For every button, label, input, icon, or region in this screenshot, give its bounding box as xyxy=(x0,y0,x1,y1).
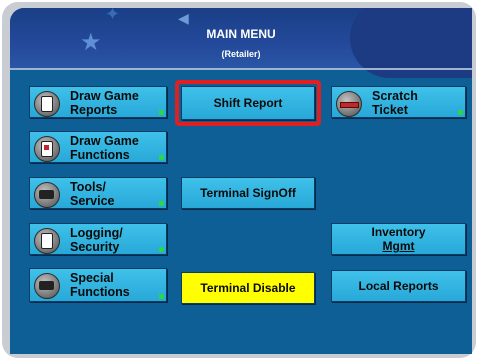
button-label: Terminal SignOff xyxy=(200,186,296,200)
button-label-line1: Scratch xyxy=(372,89,418,103)
keypad-icon xyxy=(34,182,60,208)
button-label-line1: Inventory xyxy=(371,225,426,239)
local-reports-button[interactable]: Local Reports xyxy=(331,270,466,302)
special-functions-button[interactable]: Special Functions xyxy=(29,268,167,302)
status-indicator xyxy=(159,201,164,206)
button-label-line2: Reports xyxy=(70,103,118,117)
draw-game-reports-button[interactable]: Draw Game Reports xyxy=(29,86,167,118)
keypad-icon xyxy=(34,273,60,299)
button-label-line1: Special xyxy=(70,271,114,285)
button-label-line2: Security xyxy=(70,240,120,254)
status-indicator xyxy=(159,110,164,115)
logging-security-button[interactable]: Logging/Security xyxy=(29,223,167,255)
draw-game-functions-button[interactable]: Draw Game Functions xyxy=(29,131,167,163)
button-label: Terminal Disable xyxy=(200,281,296,295)
button-label-line2: Functions xyxy=(70,285,130,299)
star-decoration-icon: ◀ xyxy=(178,10,189,26)
page-subtitle: (Retailer) xyxy=(221,49,261,59)
button-label-line2: Mgmt xyxy=(382,239,415,253)
button-label: Local Reports xyxy=(358,279,439,293)
button-label-line1: Logging/ xyxy=(70,226,123,240)
terminal-signoff-button[interactable]: Terminal SignOff xyxy=(181,177,315,209)
status-indicator xyxy=(458,110,463,115)
status-indicator xyxy=(159,294,164,299)
header-divider xyxy=(10,68,472,70)
lottery-terminal-icon xyxy=(34,136,60,162)
header-banner: ★ ✦ ◀ MAIN MENU (Retailer) xyxy=(10,8,472,78)
star-decoration-icon: ✦ xyxy=(105,8,121,24)
button-label-line1: Draw Game xyxy=(70,134,139,148)
inventory-mgmt-button[interactable]: Inventory Mgmt xyxy=(331,223,466,255)
document-icon xyxy=(34,91,60,117)
button-label-line2: Functions xyxy=(70,148,130,162)
selection-highlight xyxy=(175,80,321,126)
button-label-line1: Tools/ xyxy=(70,180,106,194)
status-indicator xyxy=(159,155,164,160)
tools-service-button[interactable]: Tools/Service xyxy=(29,177,167,209)
status-indicator xyxy=(159,247,164,252)
document-icon xyxy=(34,228,60,254)
scratch-ticket-button[interactable]: Scratch Ticket xyxy=(331,86,466,118)
scratch-ticket-icon xyxy=(336,91,362,117)
button-label-line1: Draw Game xyxy=(70,89,139,103)
page-title: MAIN MENU xyxy=(206,27,276,41)
terminal-disable-button[interactable]: Terminal Disable xyxy=(181,272,315,304)
button-label-line2: Ticket xyxy=(372,103,408,117)
button-label-line2: Service xyxy=(70,194,115,208)
